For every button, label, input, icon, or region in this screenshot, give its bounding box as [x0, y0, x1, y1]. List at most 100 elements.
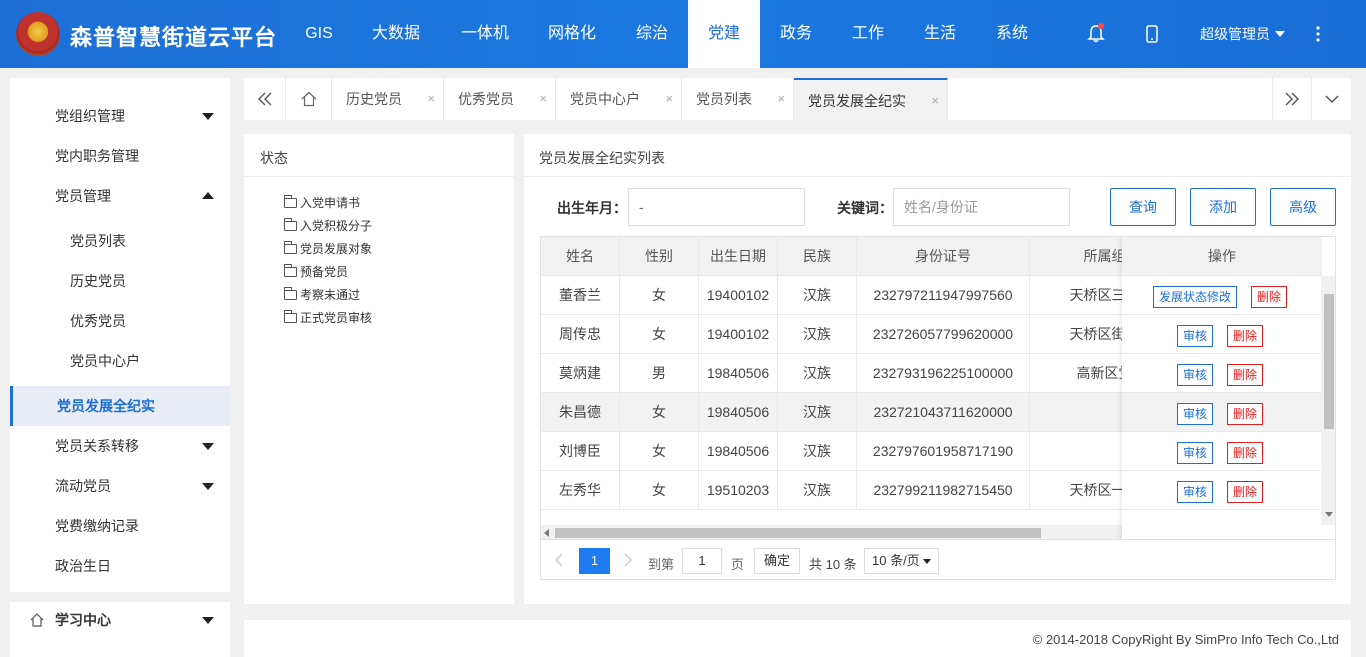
sidebar-item-history-members[interactable]: 历史党员 — [10, 261, 230, 301]
sidebar-item-fee-records[interactable]: 党费缴纳记录 — [10, 506, 230, 546]
sidebar-item-excellent-members[interactable]: 优秀党员 — [10, 301, 230, 341]
tab-center-households[interactable]: 党员中心户 × — [556, 78, 682, 120]
nav-system[interactable]: 系统 — [980, 0, 1044, 68]
tree-item[interactable]: 考察未通过 — [284, 286, 360, 303]
user-menu[interactable]: 超级管理员 — [1200, 24, 1285, 44]
add-button[interactable]: 添加 — [1190, 188, 1256, 226]
close-icon[interactable]: × — [539, 78, 547, 120]
sidebar: 党组织管理 党内职务管理 党员管理 党员列表 历史党员 优秀党员 党员中心户 党… — [10, 78, 230, 657]
query-button[interactable]: 查询 — [1110, 188, 1176, 226]
logo-emblem-icon — [16, 12, 60, 56]
status-edit-button[interactable]: 发展状态修改 — [1153, 286, 1237, 308]
close-icon[interactable]: × — [427, 78, 435, 120]
tabs-scroll-left-button[interactable] — [244, 78, 286, 120]
sidebar-item-member-list[interactable]: 党员列表 — [10, 221, 230, 261]
delete-button[interactable]: 删除 — [1227, 325, 1263, 347]
tree-item[interactable]: 入党申请书 — [284, 194, 360, 211]
tree-item[interactable]: 党员发展对象 — [284, 240, 372, 257]
nav-life[interactable]: 生活 — [908, 0, 972, 68]
table-cell: 232726057799620000 — [857, 315, 1030, 354]
tree-item[interactable]: 正式党员审核 — [284, 309, 372, 326]
confirm-page-button[interactable]: 确定 — [754, 548, 800, 574]
goto-page-input[interactable]: 1 — [682, 548, 722, 574]
sidebar-item-development-record[interactable]: 党员发展全纪实 — [10, 386, 230, 426]
list-panel-title: 党员发展全纪实列表 — [539, 150, 665, 166]
sidebar-item-org-management[interactable]: 党组织管理 — [10, 96, 230, 136]
nav-grid[interactable]: 网格化 — [536, 0, 608, 68]
sidebar-item-study-center[interactable]: 学习中心 — [10, 600, 230, 640]
scrollbar-thumb[interactable] — [1324, 294, 1334, 429]
column-header-id-number[interactable]: 身份证号 — [857, 237, 1030, 276]
delete-button[interactable]: 删除 — [1227, 481, 1263, 503]
total-count: 共 10 条 — [809, 557, 857, 572]
chevron-down-icon — [1325, 95, 1338, 103]
review-button[interactable]: 审核 — [1177, 442, 1213, 464]
delete-button[interactable]: 删除 — [1227, 442, 1263, 464]
close-icon[interactable]: × — [665, 78, 673, 120]
page-size-select[interactable]: 10 条/页 — [864, 548, 939, 574]
page-unit-label: 页 — [731, 557, 745, 572]
tab-home[interactable] — [286, 78, 332, 120]
folder-icon — [284, 218, 297, 231]
sidebar-item-mobile-members[interactable]: 流动党员 — [10, 466, 230, 506]
tree-item[interactable]: 预备党员 — [284, 263, 348, 280]
tab-development-record[interactable]: 党员发展全纪实 × — [794, 78, 948, 120]
table-cell: 19400102 — [699, 315, 778, 354]
column-header-name[interactable]: 姓名 — [541, 237, 620, 276]
nav-work[interactable]: 工作 — [836, 0, 900, 68]
sidebar-item-political-birthday[interactable]: 政治生日 — [10, 546, 230, 586]
delete-button[interactable]: 删除 — [1251, 286, 1287, 308]
nav-kiosk[interactable]: 一体机 — [449, 0, 521, 68]
folder-icon — [284, 287, 297, 300]
vertical-scrollbar[interactable] — [1321, 276, 1335, 525]
sidebar-item-label: 政治生日 — [55, 558, 111, 574]
nav-bigdata[interactable]: 大数据 — [360, 0, 432, 68]
advanced-button[interactable]: 高级 — [1270, 188, 1336, 226]
nav-governance[interactable]: 综治 — [620, 0, 684, 68]
page-button-current[interactable]: 1 — [579, 548, 610, 574]
caret-down-icon — [923, 559, 931, 564]
operation-cell — [1122, 354, 1322, 393]
birth-date-input[interactable]: - — [628, 188, 805, 226]
close-icon[interactable]: × — [777, 78, 785, 120]
tab-history-members[interactable]: 历史党员 × — [332, 78, 444, 120]
scrollbar-thumb[interactable] — [555, 528, 1041, 538]
review-button[interactable]: 审核 — [1177, 481, 1213, 503]
column-header-gender[interactable]: 性别 — [620, 237, 699, 276]
arrow-down-icon[interactable] — [1325, 512, 1333, 517]
sidebar-item-label: 党员列表 — [70, 233, 126, 249]
nav-party-building[interactable]: 党建 — [688, 0, 760, 68]
mobile-icon[interactable] — [1142, 24, 1162, 44]
chevron-right-icon[interactable] — [622, 553, 634, 567]
keyword-input[interactable]: 姓名/身份证 — [893, 188, 1070, 226]
home-icon — [301, 91, 316, 107]
delete-button[interactable]: 删除 — [1227, 364, 1263, 386]
review-button[interactable]: 审核 — [1177, 403, 1213, 425]
arrow-left-icon[interactable] — [544, 529, 549, 537]
close-icon[interactable]: × — [931, 80, 939, 122]
nav-government[interactable]: 政务 — [764, 0, 828, 68]
tree-item[interactable]: 入党积极分子 — [284, 217, 372, 234]
tabs-menu-button[interactable] — [1312, 78, 1351, 120]
sidebar-item-center-households[interactable]: 党员中心户 — [10, 341, 230, 381]
sidebar-item-member-management[interactable]: 党员管理 — [10, 176, 230, 216]
delete-button[interactable]: 删除 — [1227, 403, 1263, 425]
column-header-ethnicity[interactable]: 民族 — [778, 237, 857, 276]
nav-gis[interactable]: GIS — [290, 0, 348, 68]
tab-excellent-members[interactable]: 优秀党员 × — [444, 78, 556, 120]
tab-member-list[interactable]: 党员列表 × — [682, 78, 794, 120]
table-cell: 232797211947997560 — [857, 276, 1030, 315]
chevron-left-icon[interactable] — [553, 553, 565, 567]
sidebar-item-relation-transfer[interactable]: 党员关系转移 — [10, 426, 230, 466]
review-button[interactable]: 审核 — [1177, 325, 1213, 347]
birth-date-label: 出生年月： — [557, 200, 627, 216]
column-header-birthdate[interactable]: 出生日期 — [699, 237, 778, 276]
operation-cell — [1122, 432, 1322, 471]
sidebar-item-duty-management[interactable]: 党内职务管理 — [10, 136, 230, 176]
operation-column: 操作 发展状态修改 删除 审核 删除 审核 删除 审核 删除 审核 删除 审核 … — [1122, 237, 1335, 539]
tabs-scroll-right-button[interactable] — [1272, 78, 1312, 120]
more-vertical-icon[interactable] — [1308, 24, 1328, 44]
review-button[interactable]: 审核 — [1177, 364, 1213, 386]
double-chevron-left-icon — [257, 92, 271, 106]
operation-cell — [1122, 315, 1322, 354]
